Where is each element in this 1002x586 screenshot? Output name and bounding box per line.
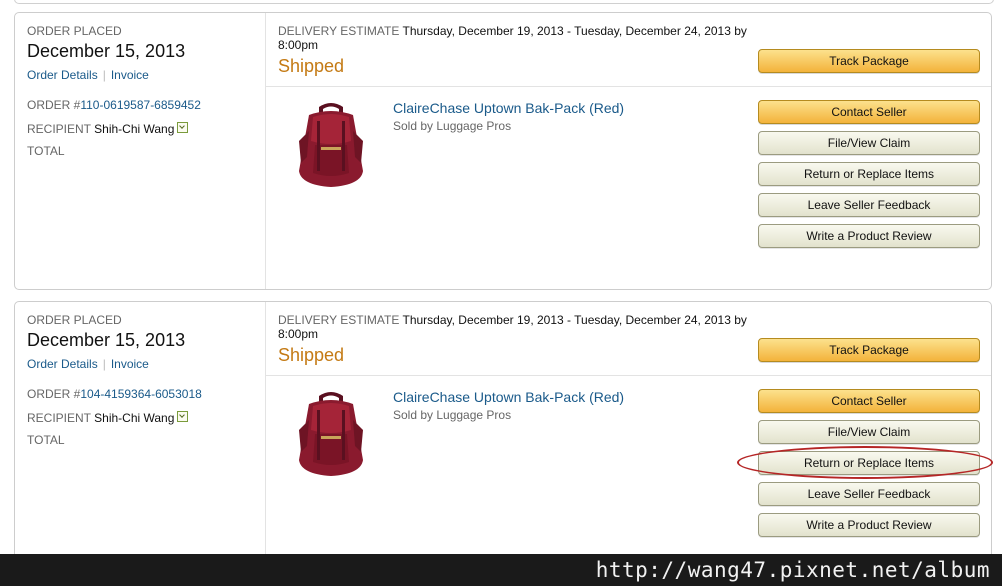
section-divider bbox=[266, 86, 991, 87]
leave-seller-feedback-button[interactable]: Leave Seller Feedback bbox=[758, 482, 980, 506]
order-number-label: ORDER # bbox=[27, 387, 81, 401]
file-view-claim-button[interactable]: File/View Claim bbox=[758, 131, 980, 155]
order-card: ORDER PLACED December 15, 2013 Order Det… bbox=[14, 12, 992, 290]
order-links: Order Details | Invoice bbox=[27, 357, 149, 371]
shipment-status: Shipped bbox=[278, 56, 345, 76]
previous-order-card-edge bbox=[14, 0, 994, 4]
total-label: TOTAL bbox=[27, 433, 65, 447]
recipient: RECIPIENT Shih-Chi Wang bbox=[27, 122, 189, 136]
sold-by-text: Sold by Luggage Pros bbox=[393, 408, 512, 422]
shipment-status: Shipped bbox=[278, 345, 345, 365]
recipient-label: RECIPIENT bbox=[27, 122, 91, 136]
product-title-link[interactable]: ClaireChase Uptown Bak-Pack (Red) bbox=[393, 389, 624, 405]
link-separator: | bbox=[102, 357, 106, 371]
order-links: Order Details | Invoice bbox=[27, 68, 149, 82]
sold-by-text: Sold by Luggage Pros bbox=[393, 119, 512, 133]
total-label: TOTAL bbox=[27, 144, 65, 158]
invoice-link[interactable]: Invoice bbox=[111, 357, 149, 371]
chevron-down-icon[interactable] bbox=[177, 411, 189, 423]
recipient-name[interactable]: Shih-Chi Wang bbox=[94, 122, 174, 136]
order-summary-column: ORDER PLACED December 15, 2013 Order Det… bbox=[15, 302, 266, 570]
order-placed-label: ORDER PLACED bbox=[27, 313, 122, 327]
leave-seller-feedback-button[interactable]: Leave Seller Feedback bbox=[758, 193, 980, 217]
write-product-review-button[interactable]: Write a Product Review bbox=[758, 513, 980, 537]
recipient-name[interactable]: Shih-Chi Wang bbox=[94, 411, 174, 425]
write-product-review-button[interactable]: Write a Product Review bbox=[758, 224, 980, 248]
invoice-link[interactable]: Invoice bbox=[111, 68, 149, 82]
watermark-bar: http://wang47.pixnet.net/album bbox=[0, 554, 1002, 586]
backpack-product-image[interactable] bbox=[291, 101, 371, 193]
order-number: ORDER #110-0619587-6859452 bbox=[27, 98, 201, 112]
order-summary-column: ORDER PLACED December 15, 2013 Order Det… bbox=[15, 13, 266, 289]
contact-seller-button[interactable]: Contact Seller bbox=[758, 389, 980, 413]
order-number-label: ORDER # bbox=[27, 98, 81, 112]
backpack-product-image[interactable] bbox=[291, 390, 371, 482]
delivery-estimate-label: DELIVERY ESTIMATE bbox=[278, 313, 400, 327]
order-placed-date: December 15, 2013 bbox=[27, 330, 186, 350]
order-number: ORDER #104-4159364-6053018 bbox=[27, 387, 202, 401]
track-package-button[interactable]: Track Package bbox=[758, 49, 980, 73]
order-number-value: 110-0619587-6859452 bbox=[80, 98, 201, 112]
order-card: ORDER PLACED December 15, 2013 Order Det… bbox=[14, 301, 993, 571]
delivery-estimate: DELIVERY ESTIMATE Thursday, December 19,… bbox=[278, 24, 758, 52]
order-details-link[interactable]: Order Details bbox=[27, 357, 98, 371]
delivery-estimate-label: DELIVERY ESTIMATE bbox=[278, 24, 400, 38]
recipient: RECIPIENT Shih-Chi Wang bbox=[27, 411, 189, 425]
product-title-link[interactable]: ClaireChase Uptown Bak-Pack (Red) bbox=[393, 100, 624, 116]
delivery-estimate: DELIVERY ESTIMATE Thursday, December 19,… bbox=[278, 313, 758, 341]
section-divider bbox=[266, 375, 991, 376]
track-package-button[interactable]: Track Package bbox=[758, 338, 980, 362]
file-view-claim-button[interactable]: File/View Claim bbox=[758, 420, 980, 444]
order-details-link[interactable]: Order Details bbox=[27, 68, 98, 82]
return-or-replace-button[interactable]: Return or Replace Items bbox=[758, 451, 980, 475]
recipient-label: RECIPIENT bbox=[27, 411, 91, 425]
contact-seller-button[interactable]: Contact Seller bbox=[758, 100, 980, 124]
order-placed-label: ORDER PLACED bbox=[27, 24, 122, 38]
order-placed-date: December 15, 2013 bbox=[27, 41, 186, 61]
return-or-replace-button[interactable]: Return or Replace Items bbox=[758, 162, 980, 186]
watermark-url: http://wang47.pixnet.net/album bbox=[595, 558, 990, 582]
chevron-down-icon[interactable] bbox=[177, 122, 189, 134]
order-number-value: 104-4159364-6053018 bbox=[80, 387, 202, 401]
link-separator: | bbox=[102, 68, 106, 82]
